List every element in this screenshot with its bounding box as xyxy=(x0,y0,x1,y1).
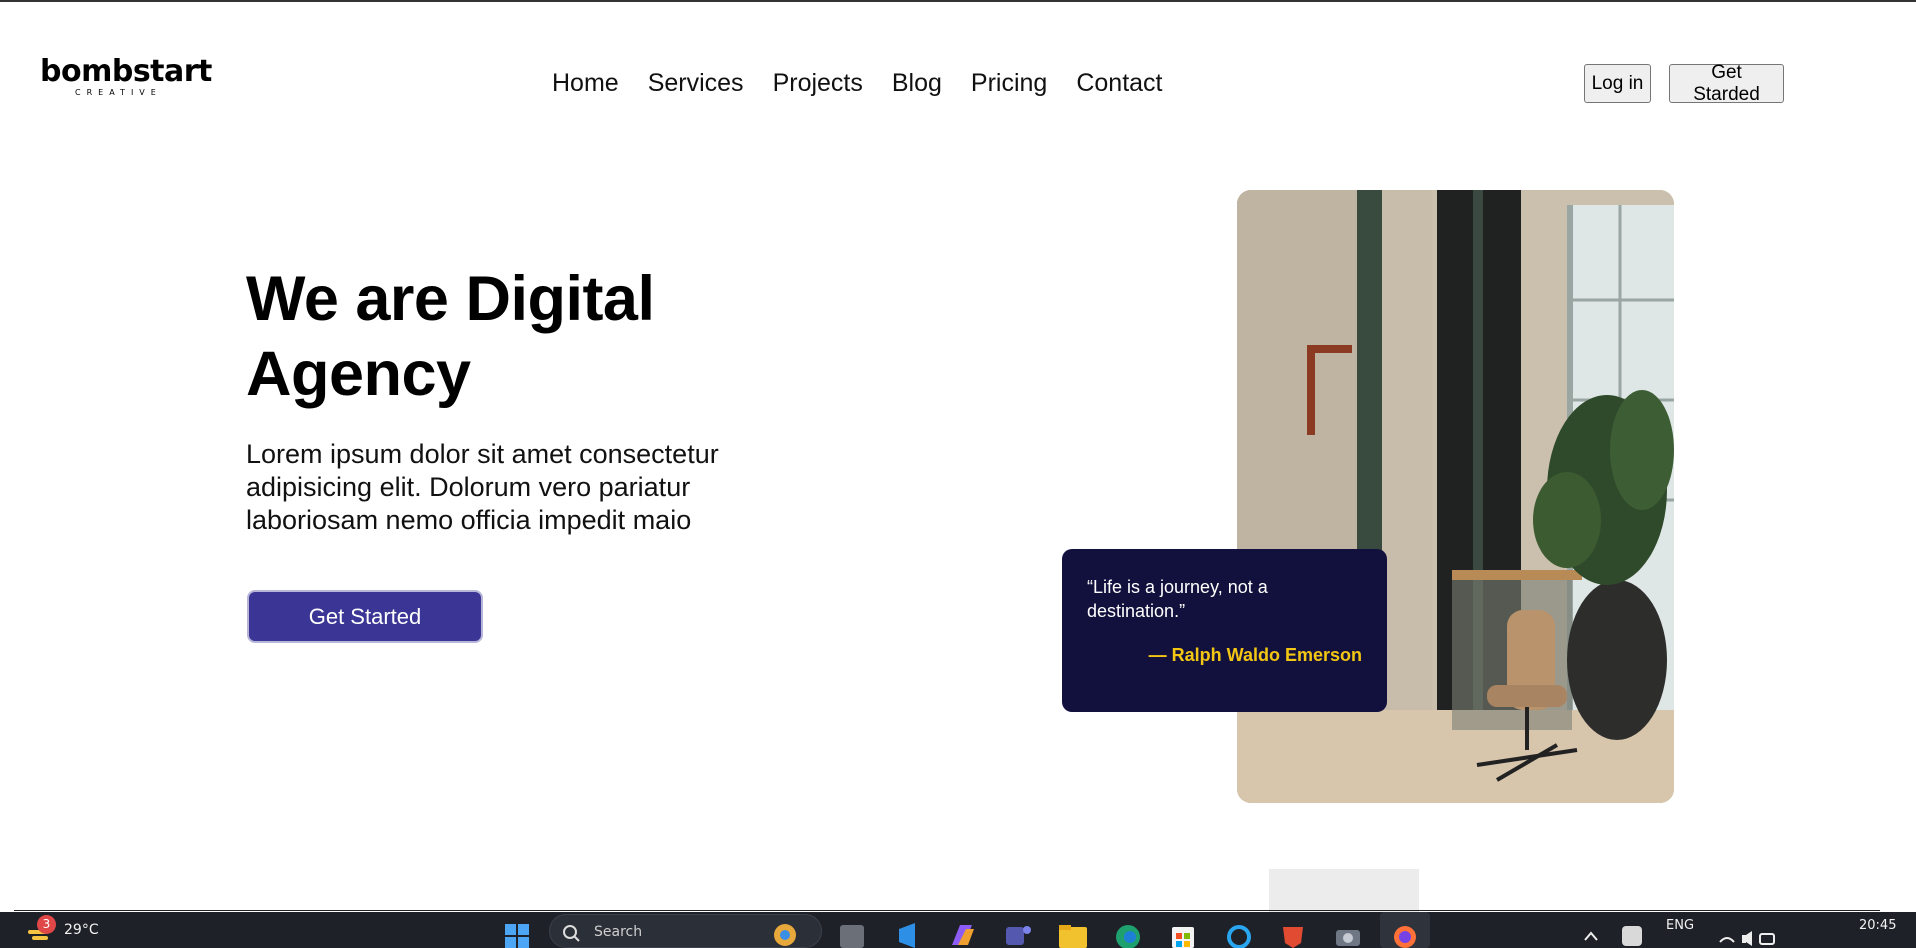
weather-badge: 3 xyxy=(37,915,56,934)
nav-contact[interactable]: Contact xyxy=(1076,66,1162,100)
search-icon xyxy=(563,925,580,942)
nav-services[interactable]: Services xyxy=(648,66,744,100)
search-highlight-icon xyxy=(774,924,796,946)
main-nav: Home Services Projects Blog Pricing Cont… xyxy=(552,66,1163,100)
firefox-icon[interactable] xyxy=(1391,915,1419,948)
logo-subtitle: CREATIVE xyxy=(75,88,162,97)
clock-time[interactable]: 20:45 xyxy=(1859,916,1896,936)
logo-wordmark: bombstart xyxy=(40,54,212,89)
nav-blog[interactable]: Blog xyxy=(892,66,942,100)
task-view-icon[interactable] xyxy=(840,925,864,948)
nav-projects[interactable]: Projects xyxy=(773,66,863,100)
copilot-icon[interactable] xyxy=(948,915,976,948)
section-divider xyxy=(14,910,1880,911)
quote-author: — Ralph Waldo Emerson xyxy=(1148,645,1362,665)
teams-icon[interactable] xyxy=(1004,915,1032,948)
network-volume-battery-icons[interactable] xyxy=(1718,930,1776,946)
quote-text: “Life is a journey, not a destination.” xyxy=(1087,577,1268,621)
brave-icon[interactable] xyxy=(1279,915,1307,948)
nav-home[interactable]: Home xyxy=(552,66,619,100)
store-icon[interactable] xyxy=(1169,915,1197,948)
login-button[interactable]: Log in xyxy=(1584,64,1651,103)
hero-description: Lorem ipsum dolor sit amet consectetur a… xyxy=(246,439,719,535)
search-placeholder: Search xyxy=(594,924,643,940)
cortana-icon[interactable] xyxy=(1225,915,1253,948)
vscode-icon[interactable] xyxy=(893,915,921,948)
temperature-text[interactable]: 29°C xyxy=(64,920,99,940)
top-border xyxy=(0,0,1916,2)
language-indicator[interactable]: ENG xyxy=(1666,916,1694,936)
camera-icon[interactable] xyxy=(1334,915,1362,948)
windows-icon[interactable] xyxy=(503,915,531,948)
taskbar-search[interactable]: Search xyxy=(549,914,822,948)
edge-icon[interactable] xyxy=(1114,915,1142,948)
taskbar: 3 29°C Search ENG 20:45 xyxy=(0,912,1916,948)
quote-card: “Life is a journey, not a destination.” … xyxy=(1062,549,1387,712)
hero-get-started-button[interactable]: Get Started xyxy=(247,590,483,643)
nav-pricing[interactable]: Pricing xyxy=(971,66,1047,100)
partial-image-card xyxy=(1269,869,1419,913)
site-logo[interactable]: bombstart CREATIVE xyxy=(40,56,212,106)
hero-title: We are Digital Agency xyxy=(246,264,655,409)
chevron-up-icon[interactable] xyxy=(1583,930,1599,942)
header-get-started-button[interactable]: Get Starded xyxy=(1669,62,1784,105)
file-explorer-icon[interactable] xyxy=(1059,915,1087,948)
tray-app-icon[interactable] xyxy=(1622,926,1642,946)
